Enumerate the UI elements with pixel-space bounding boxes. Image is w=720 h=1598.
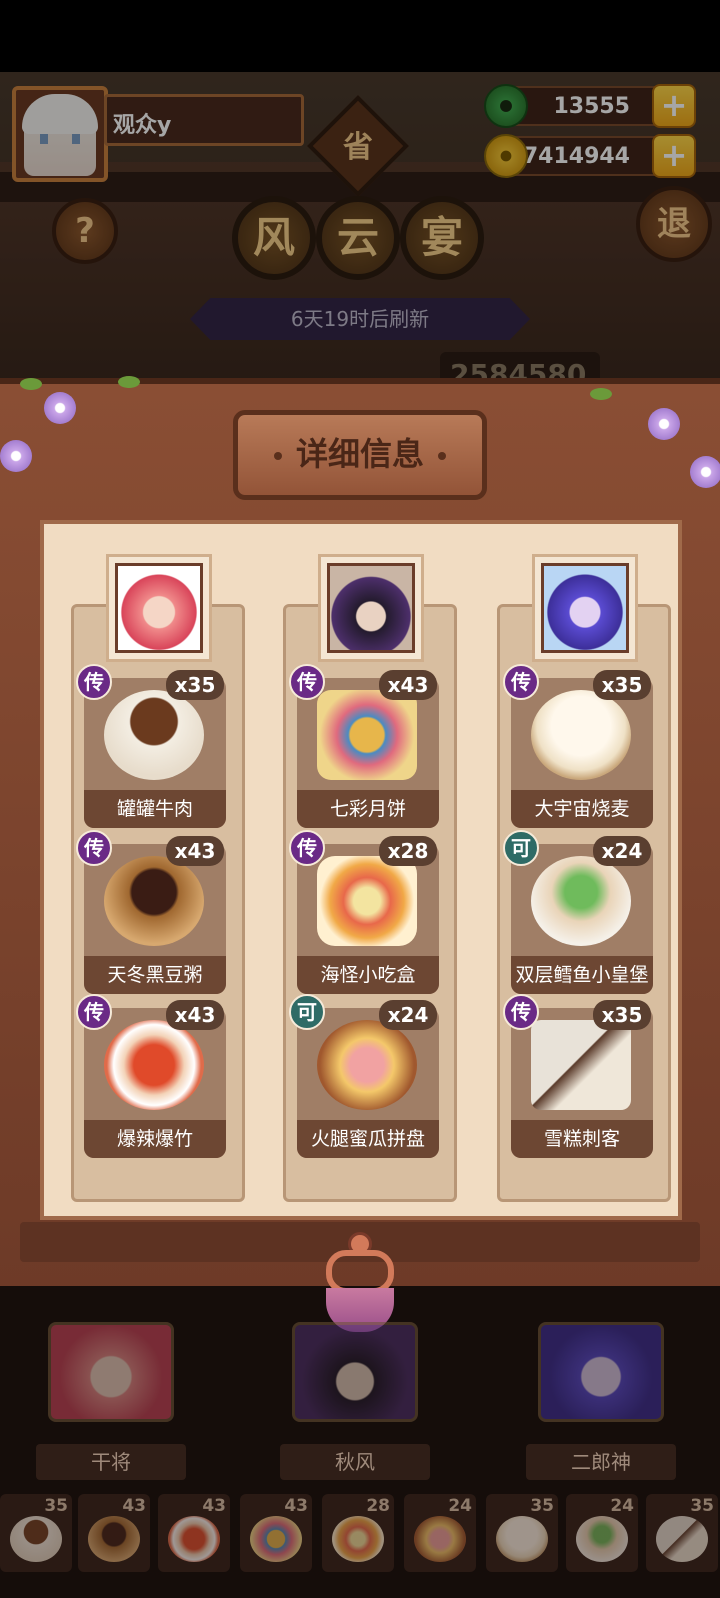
strip-dish-count: 43	[122, 1496, 146, 1516]
dish-name: 海怪小吃盒	[297, 956, 439, 994]
team-character-name: 干将	[36, 1444, 186, 1480]
dish-image	[531, 856, 631, 946]
strip-dish-icon	[656, 1516, 708, 1562]
strip-dish-icon	[496, 1516, 548, 1562]
dish-quantity: x35	[166, 670, 224, 700]
flower-decoration	[690, 456, 720, 488]
dish-quantity: x35	[593, 670, 651, 700]
leaf-decoration	[20, 378, 42, 390]
dish-quantity: x43	[379, 670, 437, 700]
strip-dish-count: 35	[44, 1496, 68, 1516]
dish-card[interactable]: 传 x35 大宇宙烧麦	[503, 664, 653, 830]
dish-image	[531, 690, 631, 780]
plaque-dot	[438, 452, 446, 460]
character-portrait[interactable]	[106, 554, 212, 662]
dish-card[interactable]: 可 x24 双层鳕鱼小皇堡	[503, 830, 653, 996]
dish-strip: 35 43 43 43 28 24 35 24 35	[0, 1494, 720, 1574]
dish-name: 天冬黑豆粥	[84, 956, 226, 994]
strip-dish[interactable]: 35	[486, 1494, 558, 1572]
dish-card[interactable]: 传 x43 天冬黑豆粥	[76, 830, 226, 996]
strip-dish-count: 35	[530, 1496, 554, 1516]
rarity-badge: 传	[289, 830, 325, 866]
rarity-badge: 传	[76, 664, 112, 700]
dish-name: 七彩月饼	[297, 790, 439, 828]
character-portrait[interactable]	[318, 554, 424, 662]
dish-name: 双层鳕鱼小皇堡	[511, 956, 653, 994]
dish-name: 雪糕刺客	[511, 1120, 653, 1158]
leaf-decoration	[118, 376, 140, 388]
dish-card[interactable]: 传 x28 海怪小吃盒	[289, 830, 439, 996]
dish-image	[104, 856, 204, 946]
flower-decoration	[44, 392, 76, 424]
portrait-image	[541, 563, 629, 653]
dish-card[interactable]: 传 x35 罐罐牛肉	[76, 664, 226, 830]
leaf-decoration	[590, 388, 612, 400]
dish-quantity: x35	[593, 1000, 651, 1030]
dish-card[interactable]: 传 x35 雪糕刺客	[503, 994, 653, 1160]
rarity-badge: 传	[76, 830, 112, 866]
strip-dish[interactable]: 24	[404, 1494, 476, 1572]
portrait-image	[115, 563, 203, 653]
team-character-name: 秋风	[280, 1444, 430, 1480]
strip-dish[interactable]: 35	[646, 1494, 718, 1572]
rarity-badge: 传	[503, 664, 539, 700]
strip-dish[interactable]: 35	[0, 1494, 72, 1572]
dish-card[interactable]: 传 x43 七彩月饼	[289, 664, 439, 830]
strip-dish-icon	[168, 1516, 220, 1562]
strip-dish-count: 43	[202, 1496, 226, 1516]
strip-dish-icon	[88, 1516, 140, 1562]
dish-quantity: x43	[166, 1000, 224, 1030]
strip-dish[interactable]: 43	[240, 1494, 312, 1572]
dish-image	[531, 1020, 631, 1110]
strip-dish-icon	[576, 1516, 628, 1562]
dish-name: 罐罐牛肉	[84, 790, 226, 828]
rarity-badge: 传	[503, 994, 539, 1030]
strip-dish-icon	[332, 1516, 384, 1562]
dish-card[interactable]: 可 x24 火腿蜜瓜拼盘	[289, 994, 439, 1160]
strip-dish-count: 28	[366, 1496, 390, 1516]
rarity-badge: 可	[503, 830, 539, 866]
flower-decoration	[648, 408, 680, 440]
dish-quantity: x24	[379, 1000, 437, 1030]
strip-dish[interactable]: 24	[566, 1494, 638, 1572]
dish-image	[317, 1020, 417, 1110]
rarity-badge: 传	[289, 664, 325, 700]
detail-title-plaque: 详细信息	[233, 410, 487, 500]
detail-title: 详细信息	[295, 435, 424, 473]
dish-image	[317, 856, 417, 946]
strip-dish[interactable]: 43	[158, 1494, 230, 1572]
close-knot-button[interactable]	[320, 1232, 400, 1332]
rarity-badge: 传	[76, 994, 112, 1030]
flower-decoration	[0, 440, 32, 472]
team-character-card[interactable]	[292, 1322, 418, 1422]
portrait-image	[327, 563, 415, 653]
character-portrait[interactable]	[532, 554, 638, 662]
strip-dish-count: 43	[284, 1496, 308, 1516]
plaque-dot	[273, 452, 282, 460]
team-character-card[interactable]	[48, 1322, 174, 1422]
strip-dish-icon	[414, 1516, 466, 1562]
rarity-badge: 可	[289, 994, 325, 1030]
dish-quantity: x28	[379, 836, 437, 866]
team-character-card[interactable]	[538, 1322, 664, 1422]
dish-name: 爆辣爆竹	[84, 1120, 226, 1158]
strip-dish-icon	[250, 1516, 302, 1562]
team-character-name: 二郎神	[526, 1444, 676, 1480]
strip-dish-icon	[10, 1516, 62, 1562]
dish-card[interactable]: 传 x43 爆辣爆竹	[76, 994, 226, 1160]
dish-image	[104, 1020, 204, 1110]
dish-quantity: x24	[593, 836, 651, 866]
strip-dish-count: 35	[690, 1496, 714, 1516]
strip-dish-count: 24	[610, 1496, 634, 1516]
strip-dish[interactable]: 28	[322, 1494, 394, 1572]
strip-dish[interactable]: 43	[78, 1494, 150, 1572]
dish-quantity: x43	[166, 836, 224, 866]
dish-image	[317, 690, 417, 780]
dish-name: 火腿蜜瓜拼盘	[297, 1120, 439, 1158]
dish-image	[104, 690, 204, 780]
dish-name: 大宇宙烧麦	[511, 790, 653, 828]
strip-dish-count: 24	[448, 1496, 472, 1516]
